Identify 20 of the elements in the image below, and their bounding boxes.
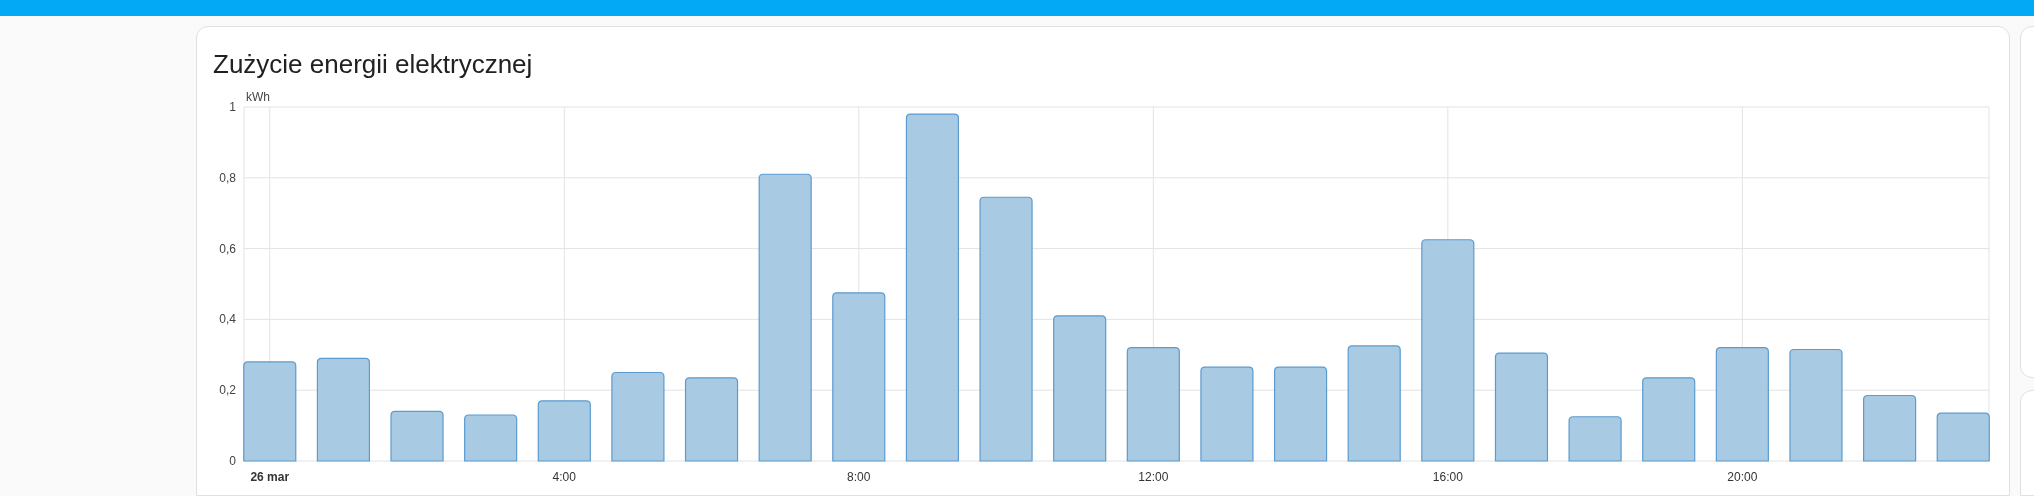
x-tick-label: 4:00 xyxy=(552,470,576,484)
bar xyxy=(390,410,444,462)
bar xyxy=(1863,394,1917,462)
y-axis-unit: kWh xyxy=(246,90,270,104)
x-tick-label: 12:00 xyxy=(1138,470,1169,484)
y-tick-label: 0 xyxy=(229,454,236,468)
y-tick-label: 0,6 xyxy=(219,241,236,256)
bar xyxy=(1936,412,1990,462)
card-title: Zużycie energii elektrycznej xyxy=(213,51,534,77)
y-tick-label: 0,8 xyxy=(219,170,236,185)
x-tick-label: 20:00 xyxy=(1727,470,1758,484)
bar xyxy=(537,400,591,462)
y-tick-label: 0,2 xyxy=(219,383,236,398)
x-tick-label: 16:00 xyxy=(1432,470,1463,484)
bar xyxy=(1568,416,1622,462)
y-tick-label: 0,4 xyxy=(219,312,236,327)
x-tick-label: 8:00 xyxy=(847,470,871,484)
x-tick-label: 26 mar xyxy=(250,470,290,484)
y-tick-label: 1 xyxy=(229,100,236,114)
bar xyxy=(464,414,518,462)
